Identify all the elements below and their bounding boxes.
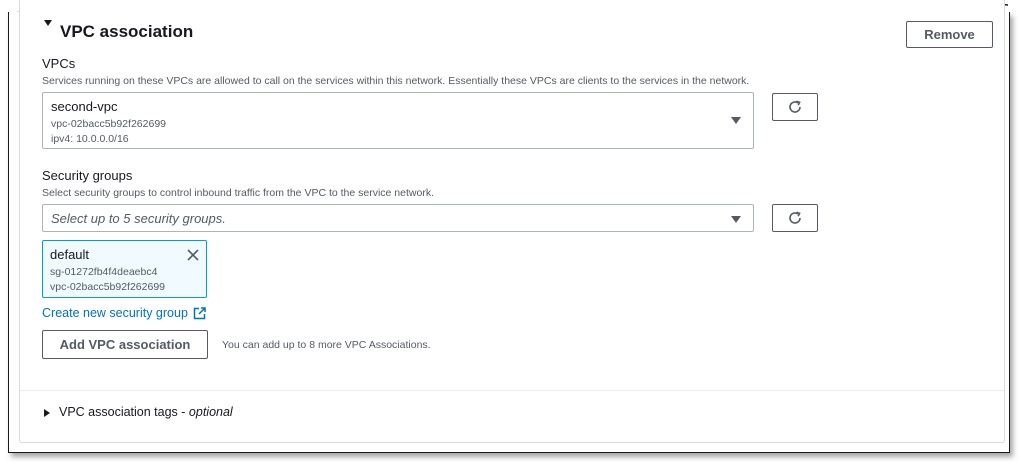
vpc-selected-id: vpc-02bacc5b92f262699 xyxy=(51,118,167,130)
security-groups-refresh-button[interactable] xyxy=(772,204,818,232)
vpcs-description: Services running on these VPCs are allow… xyxy=(42,75,750,87)
vpc-refresh-button[interactable] xyxy=(772,93,818,121)
security-groups-placeholder: Select up to 5 security groups. xyxy=(51,211,226,226)
vpc-selected-cidr: ipv4: 10.0.0.0/16 xyxy=(51,133,129,145)
vpc-select[interactable]: second-vpc vpc-02bacc5b92f262699 ipv4: 1… xyxy=(42,92,754,149)
create-security-group-label: Create new security group xyxy=(42,306,188,320)
tags-optional: optional xyxy=(188,405,233,419)
section-title: VPC association xyxy=(60,22,194,41)
security-group-token: default sg-01272fb4f4deaebc4 vpc-02bacc5… xyxy=(42,240,207,298)
vpc-association-tags-toggle[interactable]: VPC association tags - optional xyxy=(59,405,233,419)
caret-right-icon[interactable] xyxy=(44,409,50,417)
security-groups-select[interactable]: Select up to 5 security groups. xyxy=(42,204,754,232)
remove-button[interactable]: Remove xyxy=(906,21,993,48)
screenshot-frame: VPC association Remove VPCs Services run… xyxy=(8,0,1010,453)
add-vpc-association-button[interactable]: Add VPC association xyxy=(42,330,208,359)
caret-down-icon[interactable] xyxy=(44,20,52,26)
token-vpc-id: vpc-02bacc5b92f262699 xyxy=(50,281,166,293)
external-link-icon xyxy=(193,306,206,319)
security-groups-label: Security groups xyxy=(42,168,133,183)
vpc-association-panel: VPC association Remove VPCs Services run… xyxy=(19,0,1005,443)
close-icon[interactable] xyxy=(187,249,199,261)
create-security-group-link[interactable]: Create new security group xyxy=(42,306,206,320)
refresh-icon xyxy=(789,100,801,113)
token-name: default xyxy=(50,247,90,262)
caret-down-icon xyxy=(731,117,741,124)
refresh-icon xyxy=(789,211,801,224)
vpcs-label: VPCs xyxy=(42,56,76,71)
tags-label: VPC association tags - xyxy=(59,405,189,419)
vpc-selected-name: second-vpc xyxy=(51,99,118,114)
divider xyxy=(20,390,1004,391)
caret-down-icon xyxy=(731,216,741,223)
vpc-association-hint: You can add up to 8 more VPC Association… xyxy=(222,339,431,351)
token-sg-id: sg-01272fb4f4deaebc4 xyxy=(50,266,158,278)
security-groups-description: Select security groups to control inboun… xyxy=(42,187,434,199)
